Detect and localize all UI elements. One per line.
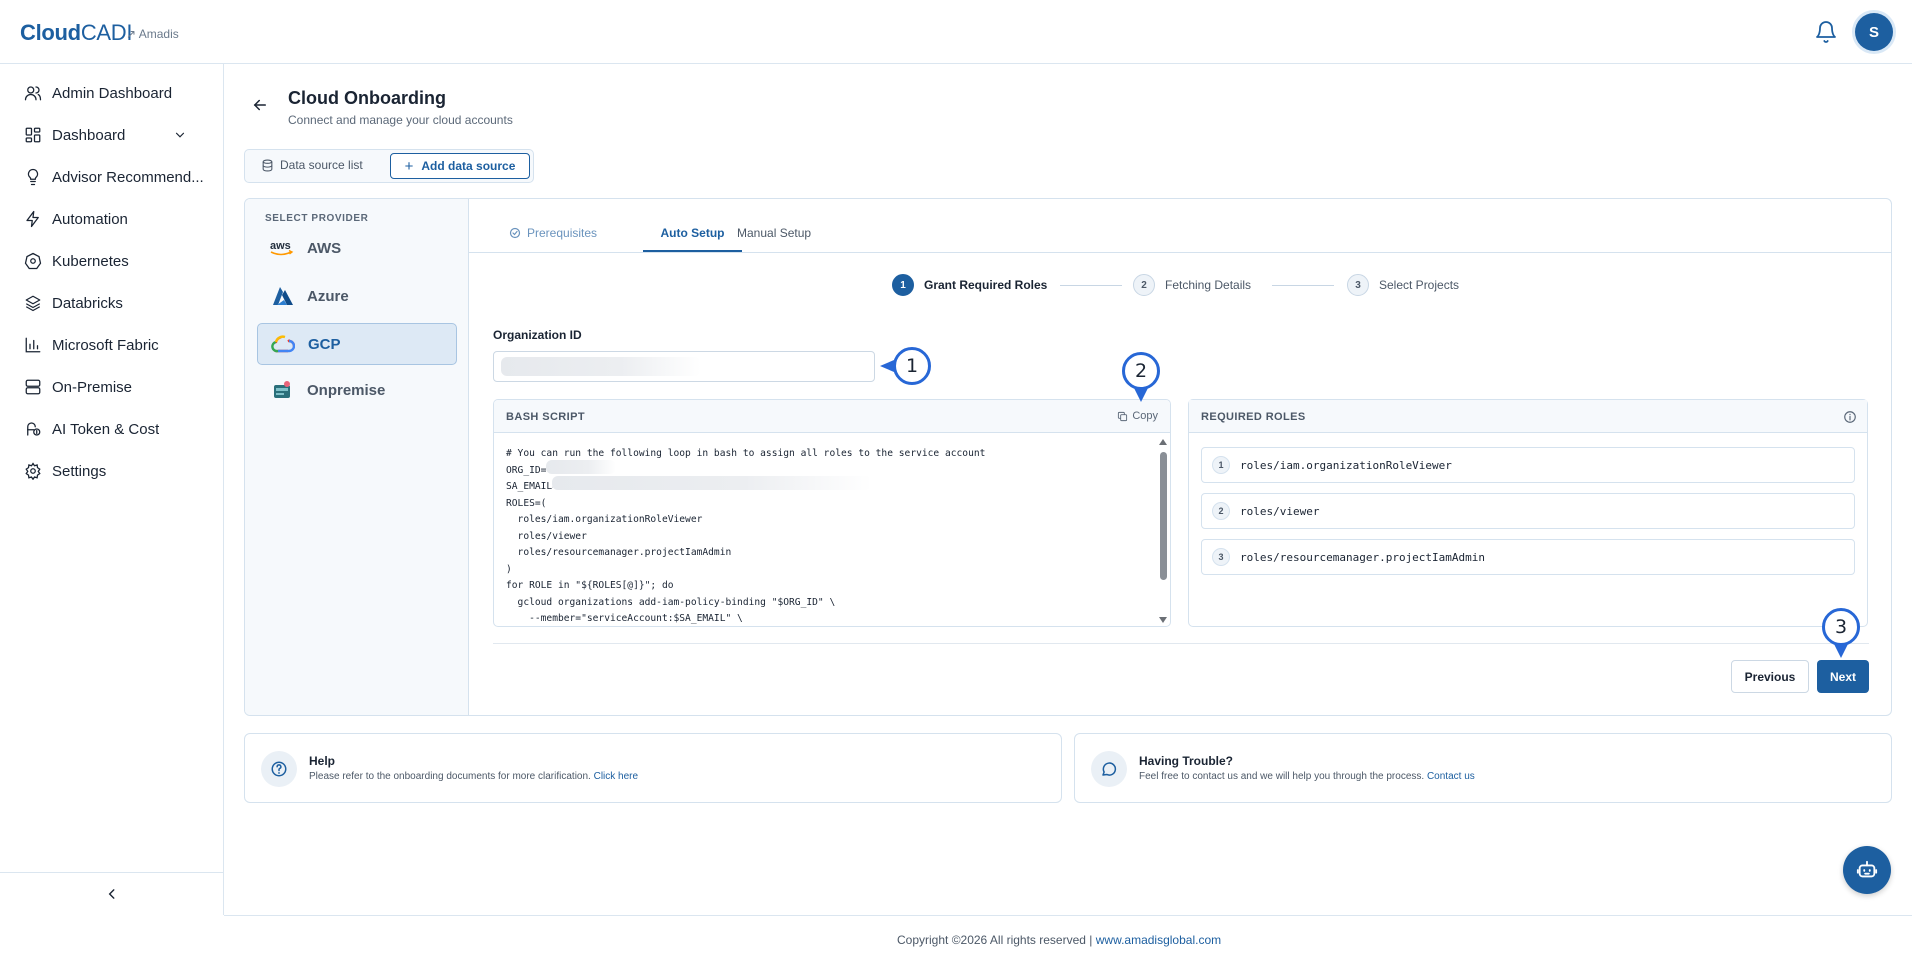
org-id-label: Organization ID bbox=[493, 328, 582, 342]
datasource-tabs: Data source list + Add data source bbox=[244, 149, 534, 183]
callout-pointer-2 bbox=[1134, 388, 1148, 402]
copy-button[interactable]: Copy bbox=[1117, 410, 1158, 422]
sidebar: Admin Dashboard Dashboard Advisor Recomm… bbox=[0, 64, 224, 915]
tab-auto-setup[interactable]: Auto Setup bbox=[640, 226, 745, 240]
step-fetching-details: 2 Fetching Details bbox=[1133, 274, 1251, 296]
onpremise-logo-icon bbox=[269, 380, 295, 400]
azure-logo-icon bbox=[269, 286, 295, 306]
scroll-up-icon[interactable] bbox=[1158, 438, 1168, 446]
top-header: CloudCADI ↗ Amadis S bbox=[0, 0, 1912, 64]
user-avatar[interactable]: S bbox=[1855, 13, 1893, 51]
plus-icon: + bbox=[404, 157, 414, 175]
role-row: 2 roles/viewer bbox=[1201, 493, 1855, 529]
bell-icon[interactable] bbox=[1814, 20, 1838, 44]
callout-marker-1: 1 bbox=[893, 347, 931, 385]
provider-azure[interactable]: Azure bbox=[257, 275, 457, 317]
kubernetes-icon bbox=[24, 252, 42, 270]
redacted-org-id-value bbox=[546, 460, 616, 474]
sidebar-item-kubernetes[interactable]: Kubernetes bbox=[0, 241, 223, 281]
back-arrow-icon[interactable] bbox=[251, 96, 269, 114]
aws-logo-icon: aws bbox=[269, 238, 295, 258]
sidebar-item-advisor[interactable]: Advisor Recommend... bbox=[0, 157, 223, 197]
users-icon bbox=[24, 86, 42, 101]
bar-chart-icon bbox=[25, 337, 41, 353]
role-row: 1 roles/iam.organizationRoleViewer bbox=[1201, 447, 1855, 483]
svg-text:aws: aws bbox=[270, 240, 291, 252]
sidebar-item-on-premise[interactable]: On-Premise bbox=[0, 367, 223, 407]
lightbulb-icon bbox=[27, 168, 39, 186]
callout-marker-2: 2 bbox=[1122, 352, 1160, 390]
database-icon bbox=[262, 159, 273, 171]
help-card: Help Please refer to the onboarding docu… bbox=[244, 733, 1062, 803]
bolt-icon bbox=[26, 210, 39, 228]
step-grant-roles: 1 Grant Required Roles bbox=[892, 274, 1047, 296]
copy-icon bbox=[1118, 411, 1128, 421]
scroll-thumb[interactable] bbox=[1160, 452, 1167, 580]
bash-script-panel: BASH SCRIPT Copy # You can run the follo… bbox=[493, 399, 1171, 627]
onboarding-panel: SELECT PROVIDER aws AWS Azure GCP Onprem… bbox=[244, 198, 1892, 716]
scroll-down-icon[interactable] bbox=[1158, 616, 1168, 624]
chat-bubble-icon bbox=[1091, 751, 1127, 787]
chevron-left-icon[interactable] bbox=[105, 887, 119, 901]
sidebar-collapse[interactable] bbox=[0, 872, 223, 915]
app-logo[interactable]: CloudCADI bbox=[20, 20, 133, 46]
page-footer: Copyright ©2026 All rights reserved | ww… bbox=[224, 915, 1912, 978]
help-circle-icon bbox=[261, 751, 297, 787]
callout-pointer-3 bbox=[1834, 644, 1848, 658]
provider-heading: SELECT PROVIDER bbox=[265, 213, 369, 224]
previous-button[interactable]: Previous bbox=[1731, 660, 1809, 693]
action-divider bbox=[493, 643, 1869, 644]
active-tab-indicator bbox=[643, 250, 742, 252]
sidebar-item-microsoft-fabric[interactable]: Microsoft Fabric bbox=[0, 325, 223, 365]
dashboard-icon bbox=[25, 127, 41, 143]
required-roles-panel: REQUIRED ROLES 1 roles/iam.organizationR… bbox=[1188, 399, 1868, 627]
gcp-logo-icon bbox=[270, 334, 296, 354]
redacted-sa-email-value bbox=[552, 476, 872, 490]
help-link[interactable]: Click here bbox=[594, 771, 638, 782]
required-roles-header: REQUIRED ROLES bbox=[1189, 400, 1867, 433]
tab-manual-setup[interactable]: Manual Setup bbox=[737, 226, 811, 240]
next-button[interactable]: Next bbox=[1817, 660, 1869, 693]
bash-script-header: BASH SCRIPT Copy bbox=[494, 400, 1170, 433]
sidebar-item-settings[interactable]: Settings bbox=[0, 451, 223, 491]
info-icon[interactable] bbox=[1843, 410, 1857, 424]
sidebar-item-dashboard[interactable]: Dashboard bbox=[0, 115, 223, 155]
tab-prerequisites[interactable]: Prerequisites bbox=[509, 226, 597, 240]
callout-pointer-1 bbox=[880, 360, 894, 372]
page-title: Cloud Onboarding bbox=[288, 88, 446, 108]
org-name[interactable]: ↗ Amadis bbox=[126, 27, 179, 41]
company-link[interactable]: www.amadisglobal.com bbox=[1096, 933, 1221, 947]
trouble-card: Having Trouble? Feel free to contact us … bbox=[1074, 733, 1892, 803]
sidebar-item-ai-token-cost[interactable]: AI Token & Cost bbox=[0, 409, 223, 449]
role-row: 3 roles/resourcemanager.projectIamAdmin bbox=[1201, 539, 1855, 575]
robot-icon bbox=[1856, 860, 1878, 878]
server-icon bbox=[25, 379, 41, 395]
provider-onpremise[interactable]: Onpremise bbox=[257, 369, 457, 411]
contact-link[interactable]: Contact us bbox=[1427, 771, 1475, 782]
page-subtitle: Connect and manage your cloud accounts bbox=[288, 113, 513, 127]
check-circle-icon bbox=[509, 227, 521, 239]
script-scrollbar[interactable] bbox=[1158, 438, 1168, 624]
step-connector bbox=[1272, 285, 1334, 286]
sidebar-item-admin-dashboard[interactable]: Admin Dashboard bbox=[0, 73, 223, 113]
tab-add-data-source[interactable]: + Add data source bbox=[390, 153, 530, 179]
sidebar-item-automation[interactable]: Automation bbox=[0, 199, 223, 239]
provider-aws[interactable]: aws AWS bbox=[257, 227, 457, 269]
callout-marker-3: 3 bbox=[1822, 608, 1860, 646]
redacted-org-id bbox=[501, 357, 701, 376]
provider-list: SELECT PROVIDER aws AWS Azure GCP Onprem… bbox=[245, 199, 469, 715]
step-connector bbox=[1060, 285, 1122, 286]
sidebar-item-databricks[interactable]: Databricks bbox=[0, 283, 223, 323]
ai-token-icon bbox=[27, 422, 41, 436]
chevron-down-icon[interactable] bbox=[173, 128, 187, 142]
chatbot-button[interactable] bbox=[1843, 846, 1891, 894]
gear-icon bbox=[25, 462, 41, 480]
tab-data-source-list[interactable]: Data source list bbox=[261, 158, 363, 172]
provider-gcp[interactable]: GCP bbox=[257, 323, 457, 365]
layers-icon bbox=[25, 295, 41, 312]
step-select-projects: 3 Select Projects bbox=[1347, 274, 1459, 296]
